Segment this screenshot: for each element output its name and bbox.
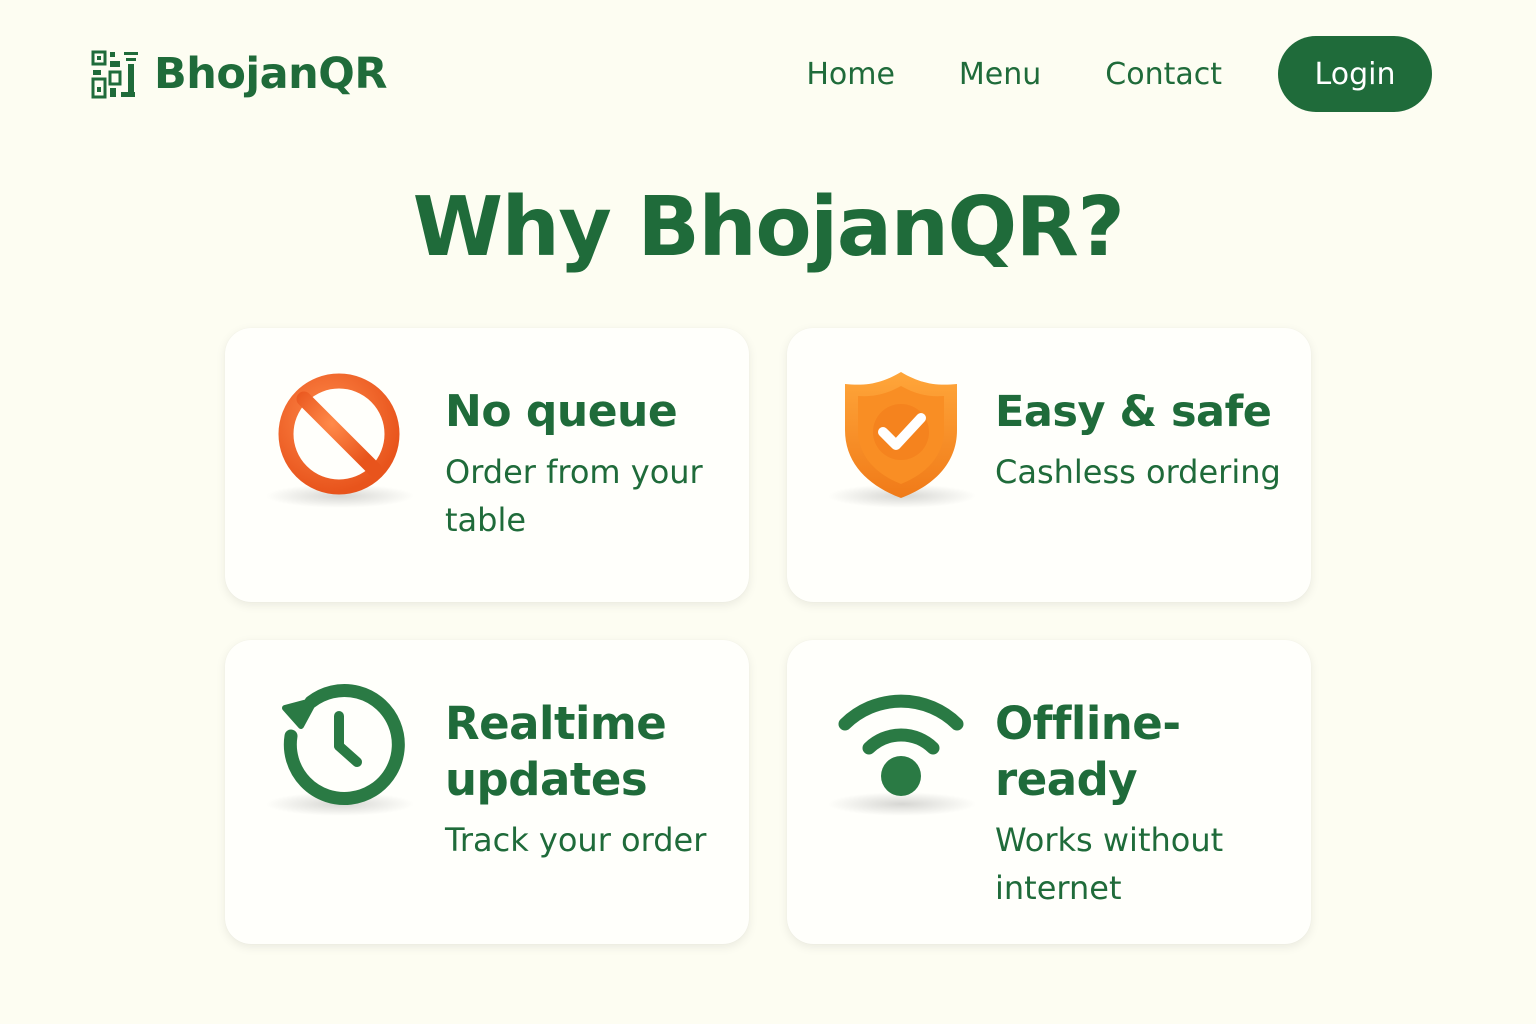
wifi-icon <box>838 694 964 796</box>
logo-link[interactable]: BhojanQR <box>90 46 387 102</box>
feature-title: No queue <box>445 386 678 437</box>
login-button[interactable]: Login <box>1278 36 1432 112</box>
feature-description: Cashless ordering <box>995 453 1281 491</box>
feature-title: Offline-ready <box>995 697 1181 806</box>
feature-card-easy-safe: Easy & safe Cashless ordering <box>787 328 1311 602</box>
page: BhojanQR Home Menu Contact Login Why Bho… <box>0 0 1536 1024</box>
feature-title: Easy & safe <box>995 387 1272 437</box>
feature-title: Realtime updates <box>445 697 667 806</box>
nav-contact-link[interactable]: Contact <box>1105 57 1222 92</box>
feature-description: Works without internet <box>995 821 1224 907</box>
brand-name: BhojanQR <box>154 49 387 99</box>
qr-code-icon <box>91 50 138 99</box>
section-title: Why BhojanQR? <box>412 180 1125 275</box>
feature-description: Order from your table <box>445 453 703 539</box>
nav-home-link[interactable]: Home <box>806 57 895 92</box>
feature-card-realtime-updates: Realtime updates Track your order <box>225 640 749 944</box>
shield-check-icon <box>845 372 957 498</box>
feature-card-offline-ready: Offline-ready Works without internet <box>787 640 1311 944</box>
main-nav: Home Menu Contact Login <box>806 36 1432 112</box>
feature-card-no-queue: No queue Order from your table <box>225 328 749 602</box>
no-entry-icon <box>278 373 400 495</box>
feature-description: Track your order <box>445 821 707 859</box>
clock-refresh-icon <box>282 683 405 805</box>
nav-menu-link[interactable]: Menu <box>959 57 1041 92</box>
